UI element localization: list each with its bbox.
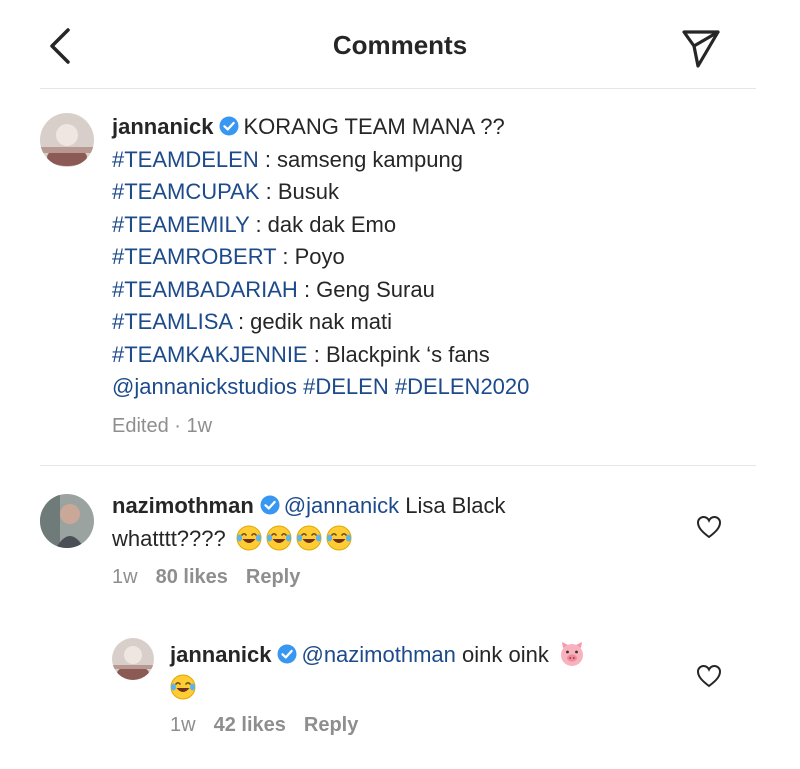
caption-line: #TEAMCUPAK : Busuk (112, 176, 529, 209)
caption-line: #TEAMKAKJENNIE : Blackpink ‘s fans (112, 339, 529, 372)
share-button[interactable] (676, 26, 724, 70)
verified-badge-icon (219, 116, 239, 136)
mention-link[interactable]: @jannanickstudios (112, 374, 297, 399)
caption-line-text: : Poyo (276, 244, 345, 269)
caption-line-text: : Geng Surau (297, 276, 435, 302)
header-divider (40, 88, 756, 89)
likes-count[interactable]: 42 likes (214, 714, 286, 736)
reply-button[interactable]: Reply (246, 566, 300, 588)
caption-line: #TEAMBADARIAH : Geng Surau (112, 274, 529, 307)
caption-line: #TEAMEMILY : dak dak Emo (112, 209, 529, 242)
hashtag-link[interactable]: #TEAMCUPAK (112, 179, 260, 204)
caption-line-text: : Busuk (259, 179, 339, 204)
hashtag-link[interactable]: #TEAMBADARIAH (112, 277, 298, 302)
heart-icon (696, 515, 722, 539)
reply-button[interactable]: Reply (304, 714, 358, 736)
caption-line: #TEAMLISA : gedik nak mati (112, 306, 529, 339)
caption-divider (40, 465, 756, 466)
avatar[interactable] (40, 494, 94, 548)
laughing-crying-emoji-icon (236, 525, 262, 550)
username[interactable]: jannanick (112, 114, 213, 139)
avatar[interactable] (40, 113, 94, 167)
laughing-crying-emoji-icon (326, 525, 352, 550)
avatar[interactable] (112, 638, 154, 680)
reply-text: jannanick @nazimothman oink oink (170, 639, 585, 704)
verified-badge-icon (277, 644, 297, 664)
laughing-crying-emoji-icon (296, 525, 322, 550)
hashtag-link[interactable]: #TEAMEMILY (112, 212, 249, 237)
hashtag-link[interactable]: #TEAMLISA (112, 309, 232, 334)
caption-last-line: @jannanickstudios #DELEN #DELEN2020 (112, 371, 529, 404)
hashtag-link[interactable]: #DELEN2020 (395, 374, 530, 399)
caption-text: jannanick KORANG TEAM MANA ?? #TEAMDELEN … (112, 111, 529, 404)
comment-meta: 1w 80 likes Reply (112, 566, 300, 589)
comment-body: oink oink (455, 642, 549, 667)
like-button[interactable] (696, 515, 722, 539)
hashtag-link[interactable]: #DELEN (303, 374, 389, 399)
username[interactable]: jannanick (170, 642, 271, 667)
caption-line-text: : Blackpink ‘s fans (307, 341, 490, 367)
caption-line-text: : samseng kampung (258, 146, 463, 172)
comment-time: 1w (112, 566, 138, 588)
comment-time: 1w (170, 714, 196, 736)
hashtag-link[interactable]: #TEAMROBERT (112, 244, 276, 269)
caption-line-text: : gedik nak mati (231, 309, 393, 334)
comment-body: Lisa Black (399, 493, 506, 518)
caption-line: #TEAMROBERT : Poyo (112, 241, 529, 274)
mention-link[interactable]: @jannanick (284, 493, 399, 518)
caption-meta: Edited · 1w (112, 415, 213, 437)
username[interactable]: nazimothman (112, 493, 254, 518)
caption-line: #TEAMDELEN : samseng kampung (112, 144, 529, 177)
pig-face-emoji-icon (560, 642, 583, 666)
comment-body: whatttt???? (112, 525, 226, 551)
paper-plane-icon (682, 30, 720, 68)
hashtag-link[interactable]: #TEAMKAKJENNIE (112, 342, 308, 367)
header-bar: Comments (0, 0, 800, 88)
reply-meta: 1w 42 likes Reply (170, 714, 358, 737)
verified-badge-icon (260, 495, 280, 515)
hashtag-link[interactable]: #TEAMDELEN (112, 147, 259, 172)
heart-icon (696, 664, 722, 688)
laughing-crying-emoji-icon (170, 674, 196, 699)
comment-text: nazimothman @jannanick Lisa Black whatttt… (112, 490, 505, 555)
caption-first-line: KORANG TEAM MANA ?? (243, 114, 505, 139)
caption-line-text: : dak dak Emo (249, 211, 397, 237)
laughing-crying-emoji-icon (266, 525, 292, 550)
likes-count[interactable]: 80 likes (156, 566, 228, 588)
like-button[interactable] (696, 664, 722, 688)
mention-link[interactable]: @nazimothman (301, 642, 455, 667)
